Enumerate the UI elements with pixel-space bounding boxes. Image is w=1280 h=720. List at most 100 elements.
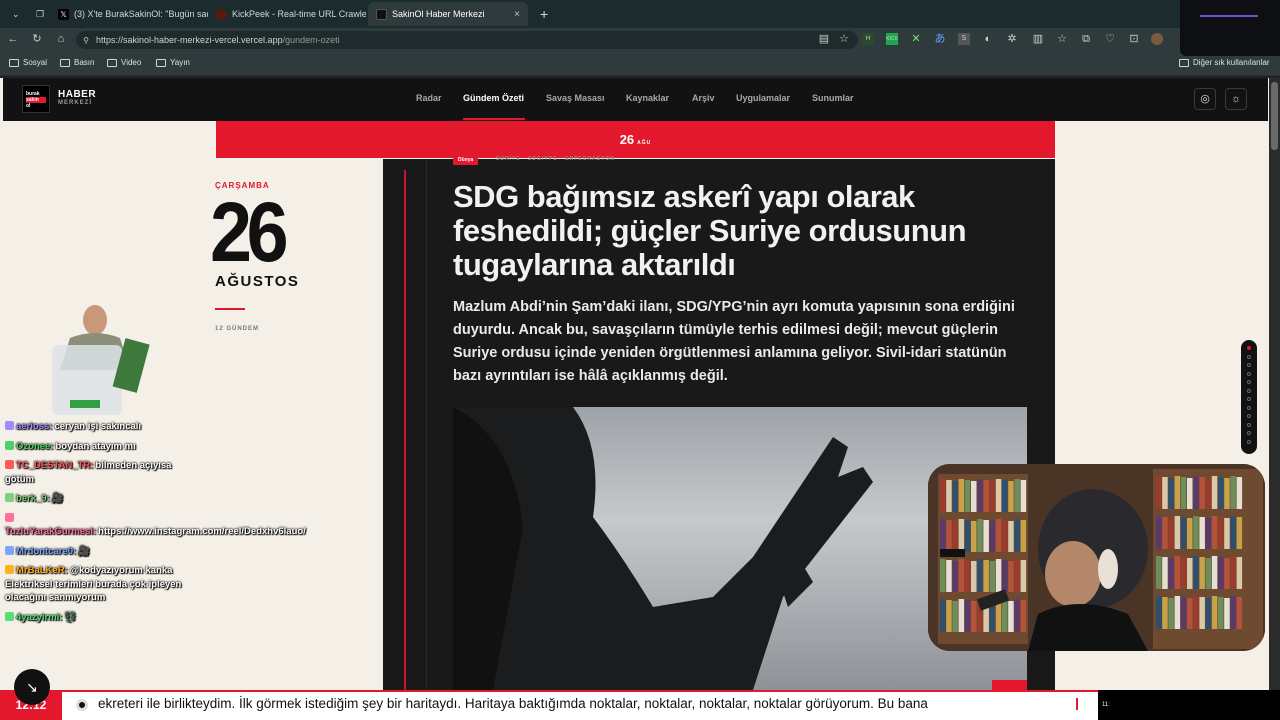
month-name: AĞUSTOS (215, 273, 300, 290)
extension-icon[interactable]: H (862, 33, 874, 45)
book (1014, 479, 1020, 512)
book (1187, 478, 1193, 509)
nav-uygulamalar[interactable]: Uygulamalar (736, 93, 790, 103)
nav-radar[interactable]: Radar (416, 93, 442, 103)
home-icon[interactable]: ⌂ (55, 33, 67, 45)
chat-username: berk_9: (16, 493, 50, 504)
ticker-separator (1076, 698, 1078, 710)
book (989, 481, 996, 512)
section-dot[interactable] (1247, 371, 1251, 376)
arrow-icon: ↘ (26, 679, 38, 695)
favorites-icon[interactable]: ☆ (1056, 33, 1068, 45)
bookmark-basin[interactable]: Basın (60, 58, 94, 67)
section-dot[interactable] (1247, 414, 1251, 418)
extension-icon[interactable]: ◐ (982, 33, 994, 45)
target-icon[interactable]: ◎ (1194, 88, 1216, 110)
chat-badge-icon (5, 565, 14, 574)
tab-sakinol[interactable]: SakinOl Haber Merkezi × (368, 2, 528, 26)
image-badge (992, 680, 1027, 690)
book (946, 600, 952, 632)
site-info-icon[interactable]: ⚲ (80, 35, 92, 47)
screenshot-icon[interactable]: ⊡ (1128, 33, 1140, 45)
back-icon[interactable]: ← (7, 33, 19, 45)
tab-kickpeek[interactable]: KickPeek - Real-time URL Crawler × (208, 4, 366, 24)
refresh-icon[interactable]: ↻ (31, 33, 43, 45)
book (964, 600, 971, 632)
book (1020, 600, 1027, 632)
section-dot[interactable] (1247, 439, 1251, 444)
close-icon[interactable]: × (514, 9, 520, 20)
extensions-puzzle-icon[interactable]: ✲ (1006, 33, 1018, 45)
section-dot[interactable] (1247, 388, 1251, 393)
book (1199, 477, 1205, 509)
section-dot[interactable] (1247, 431, 1251, 435)
book (958, 519, 965, 552)
book (971, 601, 977, 632)
translate-icon[interactable]: あ (934, 33, 946, 45)
chat-message: aerioss: ceryan işi sakıncalı (5, 420, 183, 434)
nav-savas-masasi[interactable]: Savaş Masası (546, 93, 605, 103)
book (964, 520, 971, 552)
book (958, 559, 965, 592)
book (952, 601, 958, 632)
nav-gundem-ozeti[interactable]: Gündem Özeti (463, 93, 524, 103)
extension-icon[interactable]: KICK (886, 33, 898, 45)
heart-icon[interactable]: ♡ (1104, 33, 1116, 45)
site-logo[interactable]: burak sakin ol (22, 85, 50, 113)
chat-text: https://www.instagram.com/reel/Dedxhv6la… (98, 526, 306, 537)
other-bookmarks[interactable]: Diğer sık kullanılanlar (1179, 58, 1269, 67)
chat-username: Ozonee: (16, 440, 54, 452)
book (1180, 557, 1187, 589)
book (1162, 477, 1168, 509)
chat-badge-icon (5, 440, 14, 450)
book (1230, 516, 1236, 549)
section-dot[interactable] (1247, 380, 1251, 384)
scrollbar[interactable] (1269, 78, 1280, 690)
book (1002, 480, 1008, 512)
section-dot[interactable] (1247, 405, 1251, 410)
nav-arsiv[interactable]: Arşiv (692, 93, 715, 103)
extension-icon[interactable]: ✕ (910, 33, 922, 45)
ticker-text: ekreteri ile birlikteydim. İlk görmek is… (98, 696, 928, 711)
chat-badge-icon (5, 460, 14, 469)
workspaces-button[interactable]: ❐ (28, 4, 48, 24)
category-tag[interactable]: Dünya (453, 155, 479, 165)
book (1230, 556, 1236, 589)
split-screen-icon[interactable]: ▥ (1032, 33, 1044, 45)
book (1193, 516, 1199, 549)
section-dot[interactable] (1247, 363, 1251, 367)
bookmark-sosyal[interactable]: Sosyal (9, 58, 47, 67)
book (1180, 517, 1187, 549)
book (1014, 559, 1020, 592)
tab-x[interactable]: 𝕏 (3) X'te BurakSakinOl: "Bugün sade × (50, 4, 208, 24)
book (940, 479, 946, 512)
url-host: https://sakinol-haber-merkezi-vercel.ver… (96, 35, 283, 45)
live-dot-icon (76, 699, 88, 711)
url-bar[interactable]: https://sakinol-haber-merkezi-vercel.ver… (76, 31, 858, 49)
nav-sunumlar[interactable]: Sunumlar (812, 93, 854, 103)
theme-toggle-icon[interactable]: ☼ (1225, 88, 1247, 110)
book (1218, 517, 1224, 549)
chat-text: 🎥 (78, 545, 91, 557)
scrollbar-thumb[interactable] (1271, 82, 1278, 150)
tab-list-button[interactable]: ⌄ (4, 4, 24, 24)
section-dot[interactable] (1247, 346, 1251, 350)
section-dot[interactable] (1247, 422, 1251, 427)
extension-icon[interactable]: S (958, 33, 970, 45)
arrow-button[interactable]: ↘ (14, 669, 50, 705)
collections-icon[interactable]: ⧉ (1080, 33, 1092, 45)
favorite-star-icon[interactable]: ☆ (838, 33, 850, 45)
book (1187, 518, 1193, 549)
sakinol-icon (376, 8, 387, 20)
avatar[interactable] (1151, 33, 1163, 45)
section-dot[interactable] (1247, 397, 1251, 401)
bookmark-yayin[interactable]: Yayın (156, 58, 190, 67)
book (977, 519, 983, 552)
new-tab-button[interactable]: + (532, 4, 552, 24)
section-dot[interactable] (1247, 354, 1251, 359)
logo-title: HABER (58, 89, 97, 100)
book (995, 479, 1002, 512)
reader-view-icon[interactable]: ▤ (818, 33, 830, 45)
bookmark-video[interactable]: Video (107, 58, 141, 67)
nav-kaynaklar[interactable]: Kaynaklar (626, 93, 669, 103)
